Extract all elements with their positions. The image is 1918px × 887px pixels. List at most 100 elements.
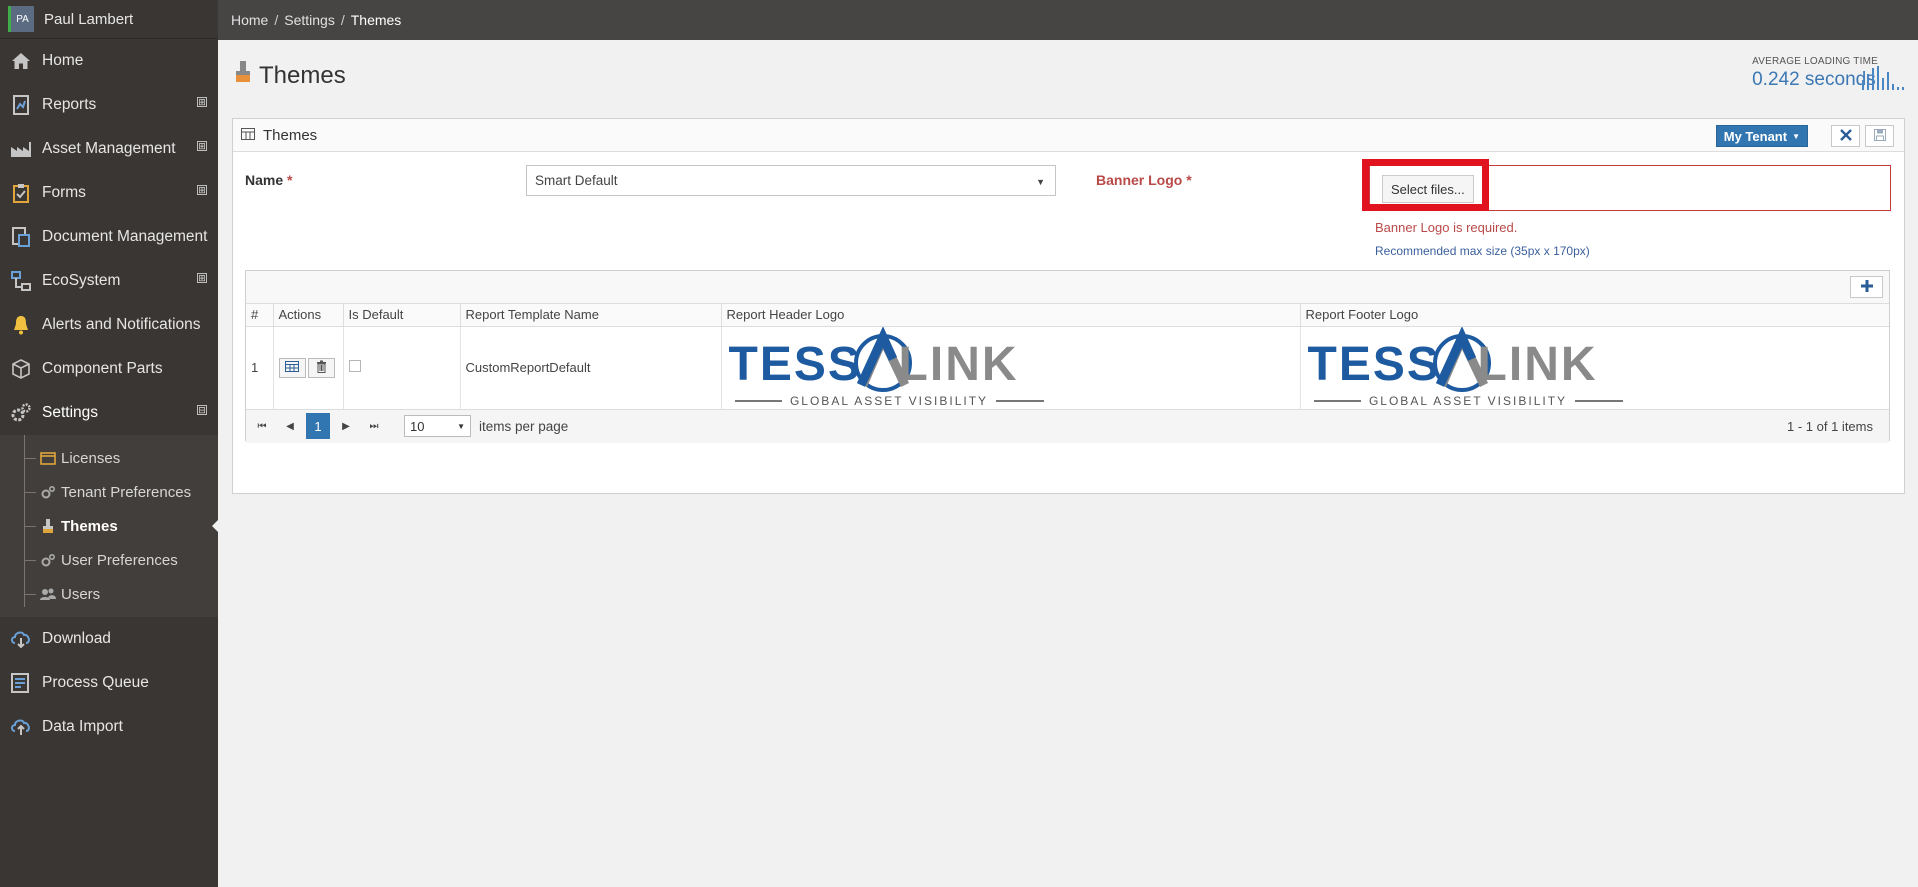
- sidebar-item-label: Data Import: [42, 718, 123, 735]
- banner-logo-label: Banner Logo *: [1096, 172, 1192, 188]
- row-number: 1: [246, 326, 274, 410]
- row-is-default: [343, 326, 461, 410]
- sidebar-sub-label: Tenant Preferences: [61, 483, 192, 501]
- sidebar-item-data-import[interactable]: Data Import: [0, 705, 218, 749]
- document-icon: [10, 226, 32, 248]
- pager-info: 1 - 1 of 1 items: [1787, 418, 1873, 434]
- col-number[interactable]: #: [246, 304, 274, 327]
- sidebar-item-licenses[interactable]: Licenses: [0, 441, 218, 475]
- sidebar-item-label: Component Parts: [42, 360, 163, 377]
- banner-logo-label-text: Banner Logo: [1096, 172, 1183, 188]
- tessalink-logo: TESSALINK GLOBAL ASSET VISIBILITY: [727, 326, 1057, 409]
- expand-icon[interactable]: ⊞: [197, 97, 207, 107]
- table-row: 1 CustomReportDefault TESS LINK GLOBAL A…: [246, 326, 1889, 410]
- col-header-logo[interactable]: Report Header Logo: [721, 304, 1301, 327]
- required-mark: *: [287, 172, 293, 188]
- sidebar-item-asset-management[interactable]: Asset Management ⊞: [0, 127, 218, 171]
- table-icon: [241, 127, 255, 144]
- panel-title: Themes: [263, 126, 318, 144]
- queue-icon: [10, 672, 32, 694]
- sidebar-item-label: Asset Management: [42, 140, 176, 157]
- save-icon: [1873, 128, 1886, 145]
- sidebar-item-download[interactable]: Download: [0, 617, 218, 661]
- page-title: Themes: [235, 60, 346, 91]
- sidebar-item-component-parts[interactable]: Component Parts: [0, 347, 218, 391]
- save-button[interactable]: [1865, 125, 1894, 147]
- name-select-value: Smart Default: [535, 173, 618, 188]
- sidebar-item-label: Alerts and Notifications: [42, 316, 201, 333]
- first-page-button[interactable]: ⏮: [250, 413, 274, 439]
- logo-wordmark: TESSALINK: [1307, 337, 1598, 391]
- sidebar-item-label: EcoSystem: [42, 272, 121, 289]
- row-header-logo: TESSALINK GLOBAL ASSET VISIBILITY: [721, 326, 1301, 410]
- average-loading-time: AVERAGE LOADING TIME 0.242 seconds: [1752, 56, 1904, 91]
- loading-time-label: AVERAGE LOADING TIME: [1752, 56, 1878, 67]
- breadcrumb: Home / Settings / Themes: [218, 0, 1918, 40]
- tessalink-logo: TESSALINK GLOBAL ASSET VISIBILITY: [1306, 326, 1636, 409]
- sidebar-item-themes[interactable]: Themes: [0, 509, 219, 543]
- sidebar-item-settings[interactable]: Settings ⊟: [0, 391, 218, 435]
- add-row-button[interactable]: [1850, 276, 1883, 298]
- clipboard-icon: [10, 182, 32, 204]
- last-page-button[interactable]: ⏭: [362, 413, 386, 439]
- user-bar[interactable]: PA Paul Lambert: [0, 0, 218, 39]
- sidebar-item-label: Process Queue: [42, 674, 149, 691]
- name-label-text: Name: [245, 172, 284, 188]
- paint-brush-icon: [235, 60, 251, 91]
- edit-button[interactable]: [278, 357, 306, 378]
- select-files-button[interactable]: Select files...: [1382, 175, 1474, 203]
- gears-icon: [40, 552, 56, 568]
- expand-icon[interactable]: ⊞: [197, 141, 207, 151]
- page-size-select[interactable]: 10 ▼: [404, 415, 471, 437]
- panel-header: Themes My Tenant ▼: [233, 119, 1904, 152]
- col-footer-logo[interactable]: Report Footer Logo: [1300, 304, 1889, 327]
- sidebar-item-users[interactable]: Users: [0, 577, 218, 611]
- sidebar-item-user-preferences[interactable]: User Preferences: [0, 543, 218, 577]
- breadcrumb-settings[interactable]: Settings: [284, 12, 335, 28]
- user-name[interactable]: Paul Lambert: [44, 11, 133, 28]
- delete-button[interactable]: [307, 357, 335, 378]
- my-tenant-button[interactable]: My Tenant ▼: [1715, 125, 1808, 147]
- cancel-button[interactable]: [1831, 125, 1860, 147]
- home-icon: [10, 50, 32, 72]
- banner-logo-error: Banner Logo is required.: [1375, 220, 1518, 235]
- sidebar: PA Paul Lambert Home Reports ⊞ Asset Man…: [0, 0, 219, 887]
- close-icon: [1839, 128, 1852, 145]
- col-template-name[interactable]: Report Template Name: [460, 304, 722, 327]
- is-default-checkbox[interactable]: [348, 360, 361, 372]
- sidebar-sub-label: User Preferences: [61, 551, 178, 569]
- sidebar-item-document-management[interactable]: Document Management: [0, 215, 218, 259]
- trash-icon: [316, 360, 327, 376]
- sidebar-item-label: Settings: [42, 404, 99, 421]
- breadcrumb-themes: Themes: [350, 12, 402, 28]
- sidebar-item-home[interactable]: Home: [0, 39, 218, 83]
- sidebar-item-alerts[interactable]: Alerts and Notifications: [0, 303, 218, 347]
- chevron-down-icon: ▼: [1036, 177, 1045, 187]
- report-templates-grid: # Actions Is Default Report Template Nam…: [245, 270, 1890, 443]
- sidebar-item-reports[interactable]: Reports ⊞: [0, 83, 218, 127]
- name-select[interactable]: Smart Default ▼: [526, 165, 1056, 196]
- sidebar-item-ecosystem[interactable]: EcoSystem ⊞: [0, 259, 218, 303]
- expand-icon[interactable]: ⊞: [197, 273, 207, 283]
- col-actions[interactable]: Actions: [273, 304, 344, 327]
- cube-icon: [10, 358, 32, 380]
- breadcrumb-home[interactable]: Home: [231, 12, 268, 28]
- sidebar-item-label: Download: [42, 630, 111, 647]
- prev-page-button[interactable]: ◀: [278, 413, 302, 439]
- sidebar-item-forms[interactable]: Forms ⊞: [0, 171, 218, 215]
- factory-icon: [10, 138, 32, 160]
- expand-icon[interactable]: ⊞: [197, 185, 207, 195]
- settings-submenu: Licenses Tenant Preferences Themes User …: [0, 435, 219, 617]
- col-is-default[interactable]: Is Default: [343, 304, 461, 327]
- collapse-icon[interactable]: ⊟: [197, 405, 207, 415]
- sidebar-item-process-queue[interactable]: Process Queue: [0, 661, 218, 705]
- gears-icon: [40, 484, 56, 500]
- sidebar-sub-label: Users: [61, 585, 101, 603]
- grid-table: # Actions Is Default Report Template Nam…: [246, 304, 1889, 410]
- page-number-button[interactable]: 1: [306, 413, 330, 439]
- sidebar-item-tenant-preferences[interactable]: Tenant Preferences: [0, 475, 218, 509]
- network-icon: [10, 270, 32, 292]
- sidebar-item-label: Document Management: [42, 228, 208, 245]
- next-page-button[interactable]: ▶: [334, 413, 358, 439]
- page-title-text: Themes: [259, 61, 346, 89]
